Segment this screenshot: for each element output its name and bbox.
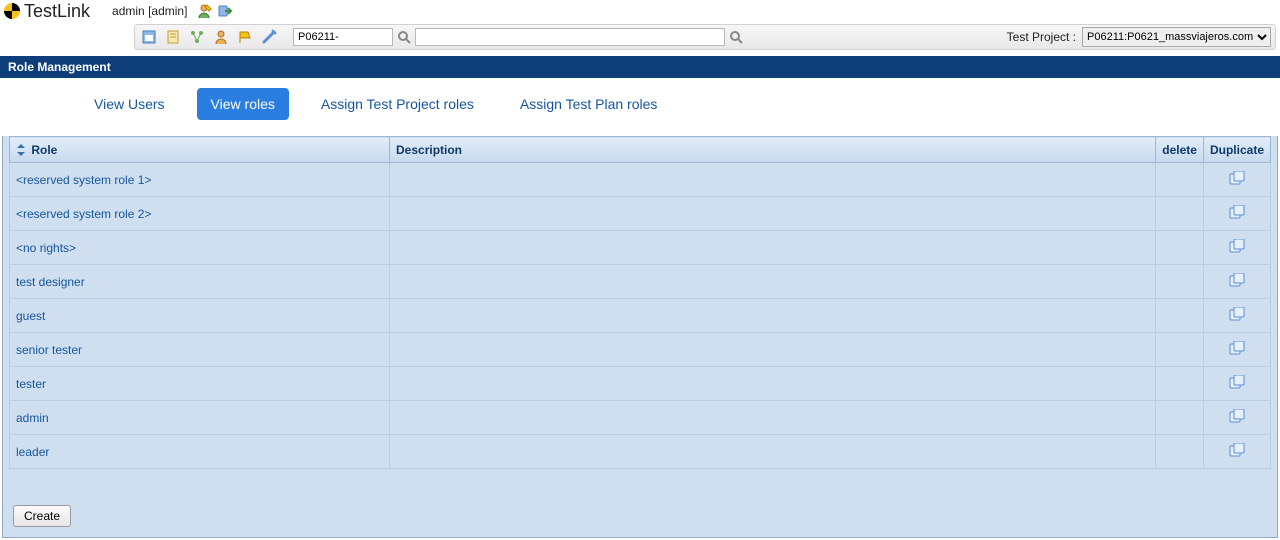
- logo-icon: [4, 3, 20, 19]
- role-description: [390, 401, 1156, 435]
- page-title: Role Management: [0, 56, 1280, 78]
- table-row: <no rights>: [10, 231, 1271, 265]
- delete-cell: [1156, 231, 1204, 265]
- logout-icon[interactable]: [217, 3, 233, 19]
- events-icon[interactable]: [237, 29, 253, 45]
- delete-cell: [1156, 367, 1204, 401]
- role-link[interactable]: test designer: [16, 275, 85, 289]
- role-link[interactable]: senior tester: [16, 343, 82, 357]
- delete-cell: [1156, 401, 1204, 435]
- main-toolbar: Test Project : P06211:P0621_massviajeros…: [134, 24, 1276, 50]
- duplicate-icon[interactable]: [1229, 412, 1245, 426]
- role-description: [390, 197, 1156, 231]
- role-link[interactable]: <reserved system role 2>: [16, 207, 151, 221]
- search-icon[interactable]: [729, 30, 743, 44]
- duplicate-icon[interactable]: [1229, 310, 1245, 324]
- user-edit-icon[interactable]: [197, 3, 213, 19]
- delete-cell: [1156, 435, 1204, 469]
- table-row: <reserved system role 1>: [10, 163, 1271, 197]
- duplicate-icon[interactable]: [1229, 208, 1245, 222]
- role-description: [390, 367, 1156, 401]
- test-spec-icon[interactable]: [189, 29, 205, 45]
- app-name: TestLink: [24, 1, 90, 22]
- delete-cell: [1156, 197, 1204, 231]
- col-header-role[interactable]: Role: [10, 137, 390, 163]
- content-panel: Role Description delete Duplicate <reser…: [2, 136, 1278, 538]
- role-link[interactable]: <no rights>: [16, 241, 76, 255]
- role-link[interactable]: <reserved system role 1>: [16, 173, 151, 187]
- col-header-delete: delete: [1156, 137, 1204, 163]
- project-select[interactable]: P06211:P0621_massviajeros.com: [1082, 27, 1271, 47]
- sort-icon[interactable]: [16, 144, 26, 156]
- full-search-input[interactable]: [415, 28, 725, 46]
- duplicate-icon[interactable]: [1229, 378, 1245, 392]
- create-button[interactable]: Create: [13, 505, 71, 527]
- role-link[interactable]: admin: [16, 411, 49, 425]
- project-label: Test Project :: [1007, 30, 1076, 44]
- search-icon[interactable]: [397, 30, 411, 44]
- table-row: leader: [10, 435, 1271, 469]
- tab-assign-project-roles[interactable]: Assign Test Project roles: [307, 88, 488, 120]
- role-link[interactable]: tester: [16, 377, 46, 391]
- duplicate-icon[interactable]: [1229, 174, 1245, 188]
- quick-search-input[interactable]: [293, 28, 393, 46]
- role-link[interactable]: guest: [16, 309, 45, 323]
- role-description: [390, 231, 1156, 265]
- table-row: test designer: [10, 265, 1271, 299]
- plugins-icon[interactable]: [261, 29, 277, 45]
- tab-assign-plan-roles[interactable]: Assign Test Plan roles: [506, 88, 671, 120]
- delete-cell: [1156, 299, 1204, 333]
- project-selector-area: Test Project : P06211:P0621_massviajeros…: [1007, 27, 1271, 47]
- duplicate-icon[interactable]: [1229, 446, 1245, 460]
- col-header-duplicate: Duplicate: [1203, 137, 1270, 163]
- col-header-description[interactable]: Description: [390, 137, 1156, 163]
- roles-table: Role Description delete Duplicate <reser…: [9, 136, 1271, 469]
- tab-view-roles[interactable]: View roles: [197, 88, 289, 120]
- delete-cell: [1156, 163, 1204, 197]
- user-label: admin [admin]: [112, 4, 187, 18]
- tab-view-users[interactable]: View Users: [80, 88, 179, 120]
- role-description: [390, 265, 1156, 299]
- delete-cell: [1156, 265, 1204, 299]
- home-icon[interactable]: [141, 29, 157, 45]
- users-icon[interactable]: [213, 29, 229, 45]
- duplicate-icon[interactable]: [1229, 276, 1245, 290]
- delete-cell: [1156, 333, 1204, 367]
- requirements-icon[interactable]: [165, 29, 181, 45]
- role-description: [390, 299, 1156, 333]
- duplicate-icon[interactable]: [1229, 344, 1245, 358]
- tabs: View Users View roles Assign Test Projec…: [0, 78, 1280, 130]
- table-row: guest: [10, 299, 1271, 333]
- table-row: tester: [10, 367, 1271, 401]
- table-row: <reserved system role 2>: [10, 197, 1271, 231]
- role-description: [390, 163, 1156, 197]
- topbar: TestLink admin [admin]: [0, 0, 1280, 22]
- role-link[interactable]: leader: [16, 445, 49, 459]
- role-description: [390, 333, 1156, 367]
- role-description: [390, 435, 1156, 469]
- table-row: admin: [10, 401, 1271, 435]
- app-logo[interactable]: TestLink: [4, 1, 90, 22]
- table-row: senior tester: [10, 333, 1271, 367]
- duplicate-icon[interactable]: [1229, 242, 1245, 256]
